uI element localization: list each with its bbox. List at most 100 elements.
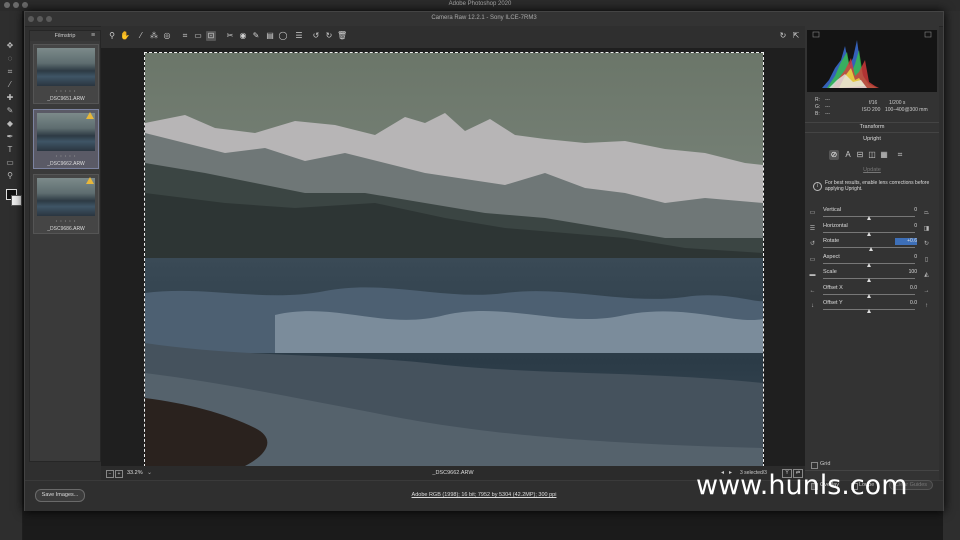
vertical-handle[interactable] (866, 216, 871, 220)
adjustments-panel: R: --- G: --- B: --- f/16 1/200 s ISO 20… (805, 26, 939, 480)
warning-icon (86, 177, 94, 184)
radial-filter-tool-icon[interactable]: ◯ (278, 31, 288, 41)
thumbnail-filename: _DSC9686.ARW (47, 226, 85, 232)
filmstrip-menu-icon[interactable]: ≡ (91, 32, 95, 39)
pen-tool-icon[interactable]: ✒ (4, 132, 16, 142)
highlight-clipping-icon[interactable] (924, 31, 932, 38)
offset-y-label: Offset Y (823, 300, 843, 306)
rating-stars[interactable]: • • • • • (34, 218, 98, 223)
rating-stars[interactable]: • • • • • (34, 88, 98, 93)
thumbnail-filename: _DSC9651.ARW (47, 96, 85, 102)
aspect-value[interactable]: 0 (895, 254, 917, 261)
slider-offset-x[interactable]: ← Offset X 0.0 → (805, 284, 939, 299)
zoom-tool-icon[interactable]: ⚲ (107, 31, 117, 41)
adjustment-brush-tool-icon[interactable]: ✎ (251, 31, 261, 41)
vertical-right-icon: ⏢ (924, 210, 929, 216)
aperture: f/16 (869, 100, 878, 106)
filmstrip-item[interactable]: • • • • • _DSC9662.ARW (33, 109, 99, 169)
preferences-icon[interactable]: ☰ (294, 31, 304, 41)
heal-tool-icon[interactable]: ✚ (4, 93, 16, 103)
filmstrip-title: Filmstrip (30, 31, 100, 41)
g-value: --- (825, 104, 830, 110)
upright-vertical-icon[interactable]: ◫ (867, 150, 877, 160)
offset-x-handle[interactable] (866, 293, 871, 298)
spot-removal-tool-icon[interactable]: ✂ (225, 31, 235, 41)
hand-tool-icon[interactable]: ✋ (120, 31, 130, 41)
beach-landscape-image (145, 53, 763, 466)
lasso-tool-icon[interactable]: ◌ (4, 54, 16, 64)
guided-upright-icon[interactable]: ⌗ (895, 150, 905, 160)
offset-y-handle[interactable] (866, 309, 871, 313)
offset-y-value[interactable]: 0.0 (895, 300, 917, 307)
scale-left-icon: ▬ (809, 272, 816, 278)
slider-vertical[interactable]: ▭ Vertical 0 ⏢ (805, 206, 939, 221)
vertical-value[interactable]: 0 (895, 207, 917, 214)
panel-title: Transform (859, 124, 885, 130)
slider-aspect[interactable]: ▭ Aspect 0 ▯ (805, 253, 939, 268)
horizontal-handle[interactable] (866, 231, 871, 236)
shutter-speed: 1/200 s (889, 100, 906, 106)
slider-horizontal[interactable]: ☰ Horizontal 0 ◨ (805, 222, 939, 237)
type-tool-icon[interactable]: T (4, 145, 16, 155)
camera-raw-title: Camera Raw 12.2.1 - Sony ILCE-7RM3 (431, 15, 537, 21)
full-screen-icon[interactable]: ⇱ (791, 31, 801, 41)
background-color-swatch[interactable] (11, 195, 22, 206)
upright-full-icon[interactable]: ▦ (879, 150, 889, 160)
move-tool-icon[interactable]: ✥ (4, 41, 16, 51)
divider (805, 122, 939, 123)
aspect-right-icon: ▯ (924, 256, 929, 263)
transform-tool-icon[interactable]: ⊡ (206, 31, 216, 41)
g-label: G: (815, 104, 821, 110)
brush-tool-icon[interactable]: ✎ (4, 106, 16, 116)
grid-checkbox[interactable] (811, 462, 818, 469)
preview-image[interactable] (144, 52, 764, 467)
refresh-icon[interactable]: ↻ (778, 31, 788, 41)
eyedropper-tool-icon[interactable]: ⁄ (4, 80, 16, 90)
rotate-value[interactable]: +0.6 (895, 238, 917, 245)
aspect-handle[interactable] (866, 262, 871, 267)
slider-offset-y[interactable]: ↓ Offset Y 0.0 ↑ (805, 299, 939, 314)
rating-stars[interactable]: • • • • • (34, 153, 98, 158)
shape-tool-icon[interactable]: ▭ (4, 158, 16, 168)
photoshop-toolbar: ✥ ◌ ⌗ ⁄ ✚ ✎ ◆ ✒ T ▭ ⚲ (0, 11, 23, 540)
trash-icon[interactable]: 🗑 (337, 31, 347, 41)
white-balance-tool-icon[interactable]: ⁄ (136, 31, 146, 41)
update-link[interactable]: Update (805, 167, 939, 173)
crop-tool-icon[interactable]: ⌗ (180, 31, 190, 41)
photoshop-right-strip (943, 11, 960, 540)
rotate-handle[interactable] (869, 247, 874, 251)
rotate-left-icon: ↺ (809, 241, 816, 247)
upright-auto-icon[interactable]: A (843, 150, 853, 160)
upright-off-icon[interactable]: ⊘ (829, 150, 839, 160)
bucket-tool-icon[interactable]: ◆ (4, 119, 16, 129)
filmstrip-item[interactable]: • • • • • _DSC9651.ARW (33, 44, 99, 104)
mac-title-bar: Adobe Photoshop 2020 (0, 0, 960, 11)
offset-x-value[interactable]: 0.0 (895, 285, 917, 292)
scale-handle[interactable] (866, 278, 871, 282)
offset-y-right-icon: ↑ (925, 303, 928, 309)
filmstrip-item[interactable]: • • • • • _DSC9686.ARW (33, 174, 99, 234)
red-eye-tool-icon[interactable]: ◉ (238, 31, 248, 41)
targeted-adjustment-tool-icon[interactable]: ◎ (162, 31, 172, 41)
graduated-filter-tool-icon[interactable]: ▤ (265, 31, 275, 41)
b-value: --- (825, 111, 830, 117)
shadow-clipping-icon[interactable] (812, 31, 820, 38)
rotate-left-icon[interactable]: ↺ (311, 31, 321, 41)
straighten-tool-icon[interactable]: ▭ (193, 31, 203, 41)
slider-scale[interactable]: ▬ Scale 100 ◭ (805, 268, 939, 283)
filmstrip-panel: Filmstrip ≡ • • • • • _DSC9651.ARW • • •… (29, 30, 101, 462)
scale-value[interactable]: 100 (895, 269, 917, 276)
color-sampler-tool-icon[interactable]: ⁂ (149, 31, 159, 41)
rotate-right-icon: ↻ (923, 241, 930, 247)
horizontal-value[interactable]: 0 (895, 223, 917, 230)
thumbnail-image (37, 48, 95, 86)
vertical-label: Vertical (823, 207, 842, 213)
upright-level-icon[interactable]: ⊟ (855, 150, 865, 160)
aspect-label: Aspect (823, 253, 840, 260)
zoom-tool-icon[interactable]: ⚲ (4, 171, 16, 181)
rotate-right-icon[interactable]: ↻ (324, 31, 334, 41)
crop-tool-icon[interactable]: ⌗ (4, 67, 16, 77)
camera-raw-window: Camera Raw 12.2.1 - Sony ILCE-7RM3 ⚲ ✋ ⁄… (24, 11, 944, 511)
lens-info: 100–400@300 mm (885, 107, 928, 113)
slider-rotate[interactable]: ↺ Rotate +0.6 ↻ (805, 237, 939, 252)
